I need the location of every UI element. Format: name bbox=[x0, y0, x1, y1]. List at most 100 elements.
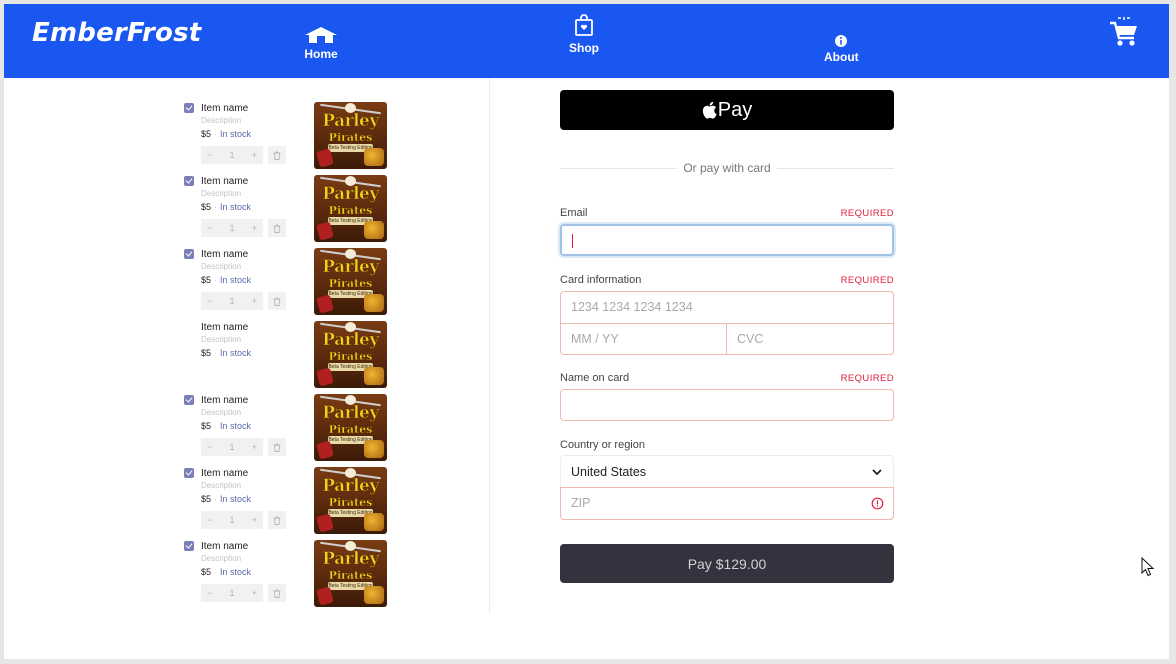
increment-button[interactable]: + bbox=[252, 515, 257, 525]
nav-home-label: Home bbox=[304, 47, 338, 61]
increment-button[interactable]: + bbox=[252, 442, 257, 452]
separator-dot: · bbox=[214, 275, 218, 285]
quantity-value[interactable]: 1 bbox=[229, 515, 234, 525]
item-image: Parley Pirates Beta Testing Edition bbox=[314, 467, 387, 534]
item-checkbox[interactable] bbox=[184, 395, 194, 405]
item-checkbox[interactable] bbox=[184, 176, 194, 186]
cart-item: Item name Description $5 · In stock − 1 + bbox=[184, 467, 404, 537]
nav-home[interactable]: Home bbox=[304, 26, 338, 61]
item-description: Description bbox=[201, 335, 242, 344]
cart-button[interactable] bbox=[1109, 16, 1139, 53]
email-field[interactable] bbox=[560, 224, 894, 256]
item-description: Description bbox=[201, 554, 242, 563]
item-price-row: $5 · In stock bbox=[201, 348, 251, 358]
delete-item-button[interactable] bbox=[268, 292, 286, 310]
gold-graphic bbox=[364, 513, 384, 531]
quantity-stepper: − 1 + bbox=[201, 438, 263, 456]
country-zip-group: United States ZIP bbox=[560, 455, 894, 520]
quantity-stepper: − 1 + bbox=[201, 146, 263, 164]
item-checkbox[interactable] bbox=[184, 468, 194, 478]
increment-button[interactable]: + bbox=[252, 588, 257, 598]
zip-field[interactable]: ZIP bbox=[560, 487, 894, 520]
image-title: Parley bbox=[322, 257, 380, 278]
increment-button[interactable]: + bbox=[252, 150, 257, 160]
shopping-bag-icon bbox=[575, 14, 593, 36]
quantity-stepper: − 1 + bbox=[201, 584, 263, 602]
card-number-field[interactable]: 1234 1234 1234 1234 bbox=[571, 300, 693, 314]
image-title: Parley bbox=[322, 549, 380, 570]
image-title: Parley bbox=[322, 184, 380, 205]
quantity-value[interactable]: 1 bbox=[229, 223, 234, 233]
nav-shop[interactable]: Shop bbox=[569, 13, 599, 55]
image-title: Parley bbox=[322, 403, 380, 424]
decrement-button[interactable]: − bbox=[207, 296, 212, 306]
nav-shop-label: Shop bbox=[569, 41, 599, 55]
cart-item: Item name Description $5 · In stock − 1 + bbox=[184, 102, 404, 172]
item-description: Description bbox=[201, 116, 242, 125]
image-subtitle: Pirates bbox=[328, 277, 373, 290]
delete-item-button[interactable] bbox=[268, 438, 286, 456]
chevron-down-icon bbox=[872, 469, 882, 476]
item-description: Description bbox=[201, 481, 242, 490]
item-name: Item name bbox=[201, 541, 249, 552]
image-subtitle: Pirates bbox=[328, 131, 373, 144]
item-image: Parley Pirates Beta Testing Edition bbox=[314, 394, 387, 461]
item-name: Item name bbox=[201, 103, 249, 114]
trash-icon bbox=[273, 589, 281, 598]
item-name: Item name bbox=[201, 395, 249, 406]
expiry-field[interactable]: MM / YY bbox=[571, 332, 619, 346]
info-icon bbox=[835, 35, 848, 47]
quantity-value[interactable]: 1 bbox=[229, 588, 234, 598]
pay-button[interactable]: Pay $129.00 bbox=[560, 544, 894, 583]
country-label: Country or region bbox=[560, 439, 645, 451]
delete-item-button[interactable] bbox=[268, 146, 286, 164]
image-subtitle: Pirates bbox=[328, 496, 373, 509]
item-price: $5 bbox=[201, 567, 212, 577]
quantity-value[interactable]: 1 bbox=[229, 150, 234, 160]
item-checkbox[interactable] bbox=[184, 103, 194, 113]
brand-logo[interactable]: EmberFrost bbox=[32, 18, 201, 48]
delete-item-button[interactable] bbox=[268, 584, 286, 602]
delete-item-button[interactable] bbox=[268, 511, 286, 529]
country-select[interactable]: United States bbox=[561, 456, 893, 488]
decrement-button[interactable]: − bbox=[207, 515, 212, 525]
decrement-button[interactable]: − bbox=[207, 588, 212, 598]
cvc-field[interactable]: CVC bbox=[737, 332, 763, 346]
item-price-row: $5 · In stock bbox=[201, 421, 251, 431]
card-info-label: Card information bbox=[560, 274, 642, 286]
item-name: Item name bbox=[201, 468, 249, 479]
decrement-button[interactable]: − bbox=[207, 223, 212, 233]
increment-button[interactable]: + bbox=[252, 223, 257, 233]
nav-about[interactable]: About bbox=[824, 34, 859, 64]
item-price: $5 bbox=[201, 421, 212, 431]
item-price-row: $5 · In stock bbox=[201, 275, 251, 285]
increment-button[interactable]: + bbox=[252, 296, 257, 306]
trash-icon bbox=[273, 516, 281, 525]
decrement-button[interactable]: − bbox=[207, 150, 212, 160]
card-info-group: 1234 1234 1234 1234 MM / YY CVC bbox=[560, 291, 894, 355]
name-on-card-field[interactable] bbox=[560, 389, 894, 421]
separator-dot: · bbox=[214, 202, 218, 212]
quantity-stepper: − 1 + bbox=[201, 219, 263, 237]
stock-status: In stock bbox=[220, 567, 252, 577]
separator-dot: · bbox=[214, 421, 218, 431]
gold-graphic bbox=[364, 294, 384, 312]
item-image: Parley Pirates Beta Testing Edition bbox=[314, 321, 387, 388]
quantity-value[interactable]: 1 bbox=[229, 296, 234, 306]
nav-about-label: About bbox=[824, 50, 859, 64]
quantity-value[interactable]: 1 bbox=[229, 442, 234, 452]
decrement-button[interactable]: − bbox=[207, 442, 212, 452]
gold-graphic bbox=[364, 586, 384, 604]
trash-icon bbox=[273, 224, 281, 233]
item-price-row: $5 · In stock bbox=[201, 129, 251, 139]
delete-item-button[interactable] bbox=[268, 219, 286, 237]
item-checkbox[interactable] bbox=[184, 249, 194, 259]
stock-status: In stock bbox=[220, 494, 252, 504]
page: EmberFrost Home Shop About Item name Des… bbox=[4, 4, 1169, 659]
item-price: $5 bbox=[201, 348, 212, 358]
item-price: $5 bbox=[201, 202, 212, 212]
apple-pay-button[interactable]: Pay bbox=[560, 90, 894, 130]
name-required-badge: REQUIRED bbox=[840, 373, 894, 384]
item-checkbox[interactable] bbox=[184, 541, 194, 551]
or-line-right bbox=[776, 167, 894, 169]
